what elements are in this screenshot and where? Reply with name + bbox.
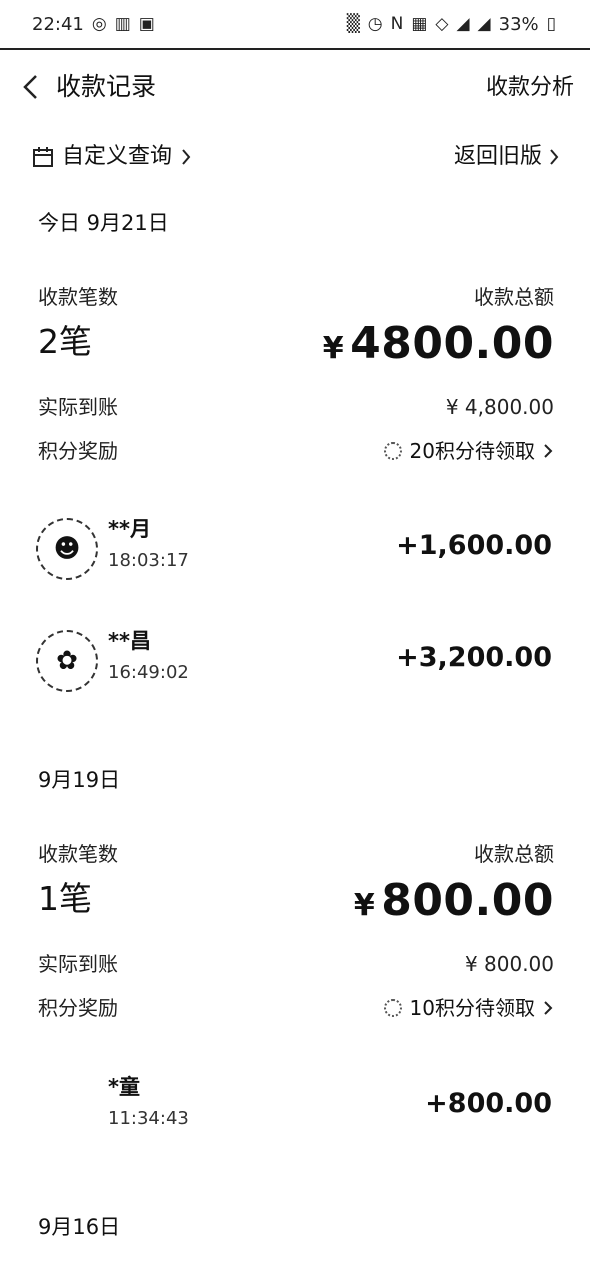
count-label: 收款笔数 xyxy=(38,285,118,309)
collection-analysis-link[interactable]: 收款分析 xyxy=(486,70,574,106)
vibrate-icon: ▒ xyxy=(346,13,360,34)
payer-name: **昌 xyxy=(108,629,151,653)
reward-value: 10积分待领取 xyxy=(409,996,535,1020)
currency-symbol: ¥ xyxy=(353,888,376,923)
received-label: 实际到账 xyxy=(38,952,118,976)
loading-icon xyxy=(383,999,402,1017)
custom-query-label: 自定义查询 xyxy=(62,144,173,169)
count-value: 1笔 xyxy=(38,879,92,918)
signal-2-icon: ◢ xyxy=(477,13,491,34)
status-bar: 22:41 ◎ ▥ ▣ ▒ ◷ N ▦ ◇ ◢ ◢ 33% ▯ xyxy=(0,0,590,50)
nav-bar: 收款记录 收款分析 xyxy=(0,52,590,124)
signal-icon: ◢ xyxy=(456,13,470,34)
transaction-row[interactable]: ✿ **昌 16:49:02 +3,200.00 xyxy=(34,624,554,694)
chevron-left-icon xyxy=(23,75,37,99)
total-label: 收款总额 xyxy=(474,842,554,866)
chevron-right-icon xyxy=(550,149,559,165)
wifi-icon: ◇ xyxy=(435,13,449,34)
transaction-row[interactable]: ☻ **月 18:03:17 +1,600.00 xyxy=(34,512,554,582)
status-right: ▒ ◷ N ▦ ◇ ◢ ◢ 33% ▯ xyxy=(347,14,556,35)
date-header: 9月16日 xyxy=(38,1215,121,1239)
battery-icon: ▯ xyxy=(546,13,556,34)
date-header: 9月19日 xyxy=(38,768,121,792)
daily-summary: 收款笔数 收款总额 1笔 ¥800.00 实际到账 ¥ 800.00 积分奖励 … xyxy=(38,839,554,1027)
date-header: 今日 9月21日 xyxy=(38,211,169,235)
payer-name: *童 xyxy=(108,1075,140,1099)
reward-label: 积分奖励 xyxy=(38,439,118,463)
payment-time: 16:49:02 xyxy=(108,662,189,683)
chevron-right-icon xyxy=(544,1001,553,1015)
transaction-row[interactable]: *童 11:34:43 +800.00 xyxy=(34,1070,554,1140)
payer-name: **月 xyxy=(108,517,151,541)
reward-link[interactable]: 20积分待领取 xyxy=(383,436,554,466)
payment-amount: +3,200.00 xyxy=(396,642,552,673)
app-icon: ▥ xyxy=(114,13,131,34)
total-amount: ¥800.00 xyxy=(354,873,554,934)
avatar: ✿ xyxy=(36,630,98,692)
payment-time: 18:03:17 xyxy=(108,550,189,571)
chevron-right-icon xyxy=(544,444,553,458)
payment-time: 11:34:43 xyxy=(108,1108,189,1129)
count-label: 收款笔数 xyxy=(38,842,118,866)
reward-value: 20积分待领取 xyxy=(409,439,535,463)
daily-summary: 收款笔数 收款总额 2笔 ¥4800.00 实际到账 ¥ 4,800.00 积分… xyxy=(38,282,554,470)
old-version-button[interactable]: 返回旧版 xyxy=(454,140,560,174)
payment-amount: +800.00 xyxy=(425,1088,552,1119)
battery-level: 33% xyxy=(498,13,539,35)
image-icon: ▣ xyxy=(138,13,155,34)
alarm-icon: ◷ xyxy=(367,13,383,34)
calendar-icon xyxy=(33,147,53,167)
page-title: 收款记录 xyxy=(56,72,157,101)
payment-amount: +1,600.00 xyxy=(396,530,552,561)
avatar xyxy=(36,1076,98,1138)
received-value: ¥ 4,800.00 xyxy=(445,395,554,419)
filter-row: 自定义查询 返回旧版 xyxy=(0,134,590,180)
chevron-right-icon xyxy=(182,149,191,165)
nfc-icon: N xyxy=(390,13,404,34)
total-value: 4800.00 xyxy=(350,318,554,369)
status-left: 22:41 ◎ ▥ ▣ xyxy=(32,14,155,35)
reward-label: 积分奖励 xyxy=(38,996,118,1020)
total-label: 收款总额 xyxy=(474,285,554,309)
reward-link[interactable]: 10积分待领取 xyxy=(383,993,554,1023)
currency-symbol: ¥ xyxy=(322,331,345,366)
status-time: 22:41 xyxy=(32,13,84,35)
old-version-label: 返回旧版 xyxy=(453,144,542,169)
total-value: 800.00 xyxy=(381,875,554,926)
count-value: 2笔 xyxy=(38,322,92,361)
hd-icon: ▦ xyxy=(411,13,428,34)
loading-icon xyxy=(383,442,402,460)
custom-query-button[interactable]: 自定义查询 xyxy=(32,140,192,174)
back-button[interactable] xyxy=(14,70,48,104)
total-amount: ¥4800.00 xyxy=(323,316,554,377)
received-value: ¥ 800.00 xyxy=(464,952,554,976)
avatar: ☻ xyxy=(36,518,98,580)
wechat-icon: ◎ xyxy=(91,13,107,34)
received-label: 实际到账 xyxy=(38,395,118,419)
